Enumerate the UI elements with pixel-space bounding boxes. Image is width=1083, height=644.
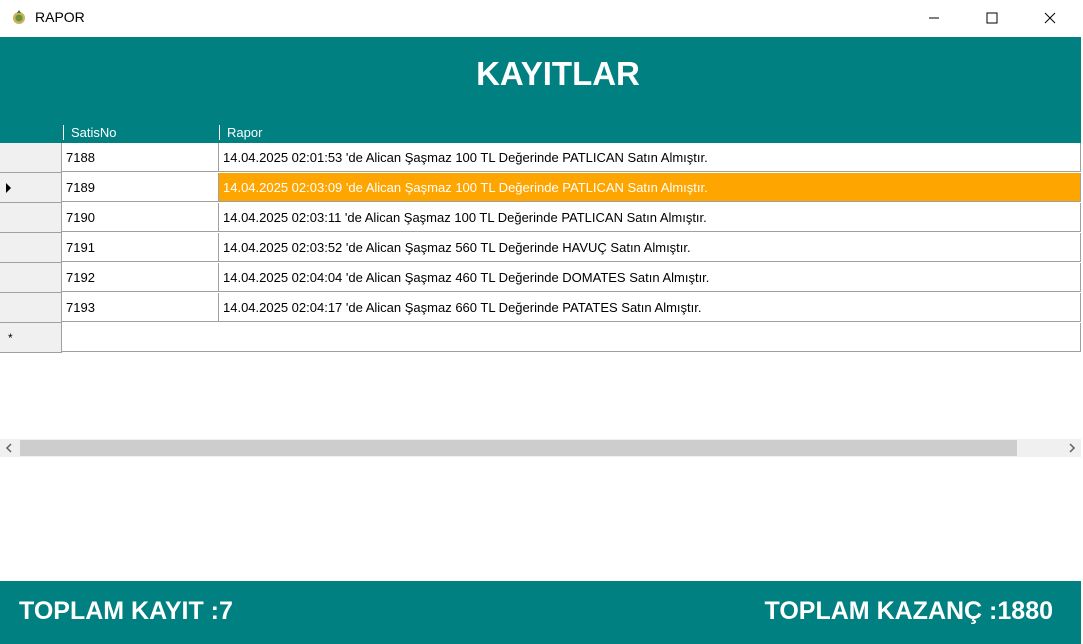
cell-rapor[interactable]: 14.04.2025 02:04:04 'de Alican Şaşmaz 46… [219,263,1081,292]
scroll-thumb[interactable] [20,440,1017,456]
row-header[interactable] [0,233,62,263]
cell-satisno[interactable]: 7191 [62,233,219,262]
row-header[interactable] [0,263,62,293]
table-row-new[interactable]: * [0,323,1081,353]
chevron-right-icon [1068,440,1076,456]
close-icon [1044,12,1056,24]
row-header[interactable] [0,143,62,173]
cell-rapor[interactable]: 14.04.2025 02:01:53 'de Alican Şaşmaz 10… [219,143,1081,172]
row-header[interactable] [0,293,62,323]
window-titlebar: RAPOR [0,0,1083,37]
app-leaf-icon [11,9,27,25]
close-button[interactable] [1027,0,1073,36]
minimize-button[interactable] [911,0,957,36]
total-earnings-label: TOPLAM KAZANÇ :1880 [764,597,1053,625]
scroll-left-button[interactable] [0,439,18,457]
row-header[interactable] [0,203,62,233]
row-header[interactable]: * [0,323,62,353]
cell-satisno[interactable]: 7188 [62,143,219,172]
page-title: KAYITLAR [476,55,640,92]
cell-satisno[interactable]: 7190 [62,203,219,232]
table-row[interactable]: 7190 14.04.2025 02:03:11 'de Alican Şaşm… [0,203,1081,233]
header-band: KAYITLAR [0,37,1081,122]
grid-column-header: SatisNo Rapor [0,122,1081,143]
table-row[interactable]: 7191 14.04.2025 02:03:52 'de Alican Şaşm… [0,233,1081,263]
column-separator [219,125,220,140]
cell-satisno[interactable]: 7189 [62,173,219,202]
maximize-icon [986,12,998,24]
cell-rapor[interactable]: 14.04.2025 02:03:11 'de Alican Şaşmaz 10… [219,203,1081,232]
cell-new-row[interactable] [62,323,1081,352]
table-row[interactable]: 7192 14.04.2025 02:04:04 'de Alican Şaşm… [0,263,1081,293]
new-row-marker: * [8,331,13,345]
total-records-label: TOPLAM KAYIT :7 [19,597,233,625]
minimize-icon [928,12,940,24]
column-header-satisno[interactable]: SatisNo [71,125,117,140]
cell-rapor[interactable]: 14.04.2025 02:04:17 'de Alican Şaşmaz 66… [219,293,1081,322]
cell-rapor-selected[interactable]: 14.04.2025 02:03:09 'de Alican Şaşmaz 10… [219,173,1081,202]
cell-rapor[interactable]: 14.04.2025 02:03:52 'de Alican Şaşmaz 56… [219,233,1081,262]
table-row-selected[interactable]: 7189 14.04.2025 02:03:09 'de Alican Şaşm… [0,173,1081,203]
footer-band: TOPLAM KAYIT :7 TOPLAM KAZANÇ :1880 [0,581,1081,644]
column-header-rapor[interactable]: Rapor [227,125,262,140]
table-row[interactable]: 7188 14.04.2025 02:01:53 'de Alican Şaşm… [0,143,1081,173]
cell-satisno[interactable]: 7192 [62,263,219,292]
data-grid[interactable]: 7188 14.04.2025 02:01:53 'de Alican Şaşm… [0,143,1081,353]
maximize-button[interactable] [969,0,1015,36]
window-title: RAPOR [35,9,85,25]
cell-satisno[interactable]: 7193 [62,293,219,322]
table-row[interactable]: 7193 14.04.2025 02:04:17 'de Alican Şaşm… [0,293,1081,323]
chevron-left-icon [5,440,13,456]
horizontal-scrollbar[interactable] [0,439,1081,457]
scroll-right-button[interactable] [1063,439,1081,457]
column-separator [63,125,64,140]
current-row-arrow-icon [6,183,11,193]
row-header[interactable] [0,173,62,203]
